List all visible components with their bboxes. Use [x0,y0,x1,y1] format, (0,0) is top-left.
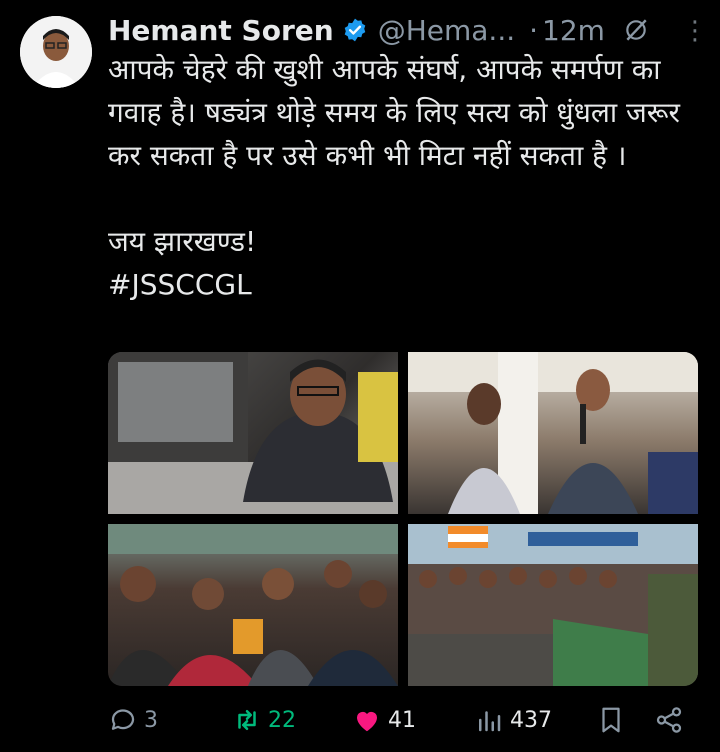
retweet-count: 22 [268,707,296,733]
bookmark-button[interactable] [596,705,632,735]
author-name[interactable]: Hemant Soren [108,14,334,47]
retweet-button[interactable]: 22 [232,705,296,735]
action-bar: 3 22 41 437 [108,700,698,740]
more-icon[interactable]: ⋮ [682,16,708,46]
reply-icon [111,709,135,730]
time-separator: · [529,13,539,47]
verified-badge-icon [344,18,365,42]
grok-icon[interactable] [623,17,649,43]
like-icon [357,711,377,732]
reply-button[interactable]: 3 [108,705,158,735]
author-handle[interactable]: @Hema... [378,14,515,47]
like-button[interactable]: 41 [352,705,416,735]
share-button[interactable] [654,705,690,735]
photo-rally[interactable] [408,524,698,686]
reply-count: 3 [144,707,158,733]
like-count: 41 [388,707,416,733]
views-button[interactable]: 437 [474,705,552,735]
avatar[interactable] [20,16,92,88]
tweet-text: आपके चेहरे की खुशी आपके संघर्ष, आपके समर… [108,53,680,301]
share-icon [656,707,682,733]
media-grid [108,352,698,686]
views-count: 437 [510,707,552,733]
tweet-header: Hemant Soren @Hema... · 12m ⋮ [108,10,708,50]
bookmark-icon [602,707,620,733]
photo-car[interactable] [108,352,398,514]
timestamp[interactable]: 12m [542,14,605,47]
views-icon [479,711,501,732]
photo-speech[interactable] [408,352,698,514]
photo-crowd-garland[interactable] [108,524,398,686]
retweet-icon [238,710,256,730]
avatar-image [20,16,92,88]
